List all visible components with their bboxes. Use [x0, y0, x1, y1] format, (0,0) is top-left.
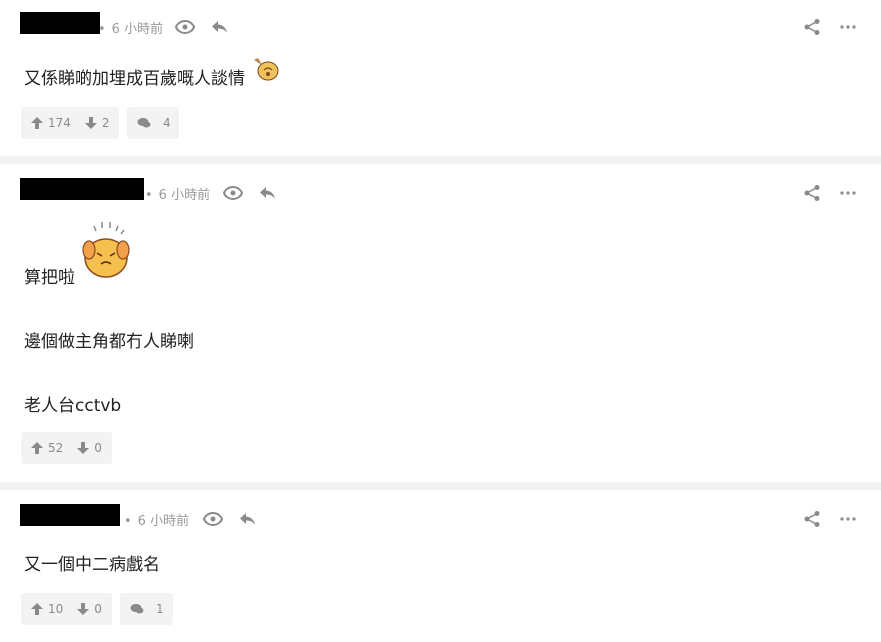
up-arrow-icon	[31, 117, 43, 129]
downvote-button[interactable]: 0	[77, 602, 102, 616]
upvote-count: 10	[48, 602, 64, 616]
upvote-button[interactable]: 174	[31, 116, 71, 130]
eye-icon[interactable]	[223, 183, 243, 203]
vote-box: 174 2	[21, 107, 119, 139]
downvote-button[interactable]: 2	[84, 116, 110, 130]
upvote-count: 174	[48, 116, 71, 130]
share-icon[interactable]	[802, 17, 822, 37]
post-meta: • 6 小時前	[124, 510, 189, 529]
down-arrow-icon	[84, 117, 97, 129]
vote-box: 52 0	[21, 432, 112, 464]
redacted-username	[20, 178, 144, 200]
replies-button[interactable]: 4	[127, 107, 179, 139]
post-divider	[0, 156, 881, 164]
comment-bubble-icon	[137, 118, 151, 128]
more-icon[interactable]	[838, 17, 858, 37]
dot-separator: •	[98, 22, 106, 37]
redacted-username	[20, 504, 120, 526]
more-icon[interactable]	[838, 509, 858, 529]
post-line-2: 邊個做主角都冇人睇喇	[24, 332, 194, 352]
emoticon-image	[252, 56, 280, 82]
post-line-3: 老人台cctvb	[24, 396, 122, 416]
eye-icon[interactable]	[203, 509, 223, 529]
upvote-button[interactable]: 10	[31, 602, 63, 616]
reply-arrow-icon[interactable]	[258, 183, 278, 203]
post-text: 又一個中二病戲名	[24, 555, 160, 575]
comment-bubble-icon	[130, 604, 144, 614]
post-content: 又一個中二病戲名	[24, 550, 160, 575]
replies-count: 1	[156, 602, 164, 616]
post-line-1: 算把啦	[24, 268, 75, 288]
up-arrow-icon	[31, 442, 43, 454]
post-header: • 6 小時前	[0, 178, 881, 208]
post-time: 6 小時前	[158, 188, 211, 203]
post-header: • 6 小時前	[0, 504, 881, 534]
eye-icon[interactable]	[175, 17, 195, 37]
replies-button[interactable]: 1	[120, 593, 173, 625]
post-2: • 6 小時前 算把啦 邊個做主角都冇人睇喇 老人台cctvb 52 0	[0, 164, 881, 482]
more-icon[interactable]	[838, 183, 858, 203]
post-text: 又係睇啲加埋成百歲嘅人談情	[24, 69, 245, 89]
emoticon-image	[80, 220, 132, 280]
post-meta: • 6 小時前	[145, 184, 210, 203]
down-arrow-icon	[77, 442, 90, 454]
downvote-button[interactable]: 0	[77, 441, 102, 455]
post-1: • 6 小時前 又係睇啲加埋成百歲嘅人談情 174 2 4	[0, 0, 881, 156]
vote-box: 10 0	[21, 593, 112, 625]
down-arrow-icon	[77, 603, 90, 615]
post-3: • 6 小時前 又一個中二病戲名 10 0 1	[0, 490, 881, 642]
replies-count: 4	[163, 116, 171, 130]
upvote-count: 52	[48, 441, 64, 455]
share-icon[interactable]	[802, 509, 822, 529]
post-content: 又係睇啲加埋成百歲嘅人談情	[24, 64, 245, 89]
redacted-username	[20, 12, 100, 34]
downvote-count: 0	[94, 441, 102, 455]
dot-separator: •	[145, 188, 153, 203]
post-time: 6 小時前	[111, 22, 164, 37]
up-arrow-icon	[31, 603, 43, 615]
dot-separator: •	[124, 514, 132, 529]
upvote-button[interactable]: 52	[31, 441, 63, 455]
post-divider	[0, 482, 881, 490]
post-meta: • 6 小時前	[98, 18, 163, 37]
post-header: • 6 小時前	[0, 12, 881, 42]
post-time: 6 小時前	[137, 514, 190, 529]
share-icon[interactable]	[802, 183, 822, 203]
downvote-count: 0	[94, 602, 102, 616]
reply-arrow-icon[interactable]	[210, 17, 230, 37]
downvote-count: 2	[101, 116, 110, 130]
reply-arrow-icon[interactable]	[238, 509, 258, 529]
